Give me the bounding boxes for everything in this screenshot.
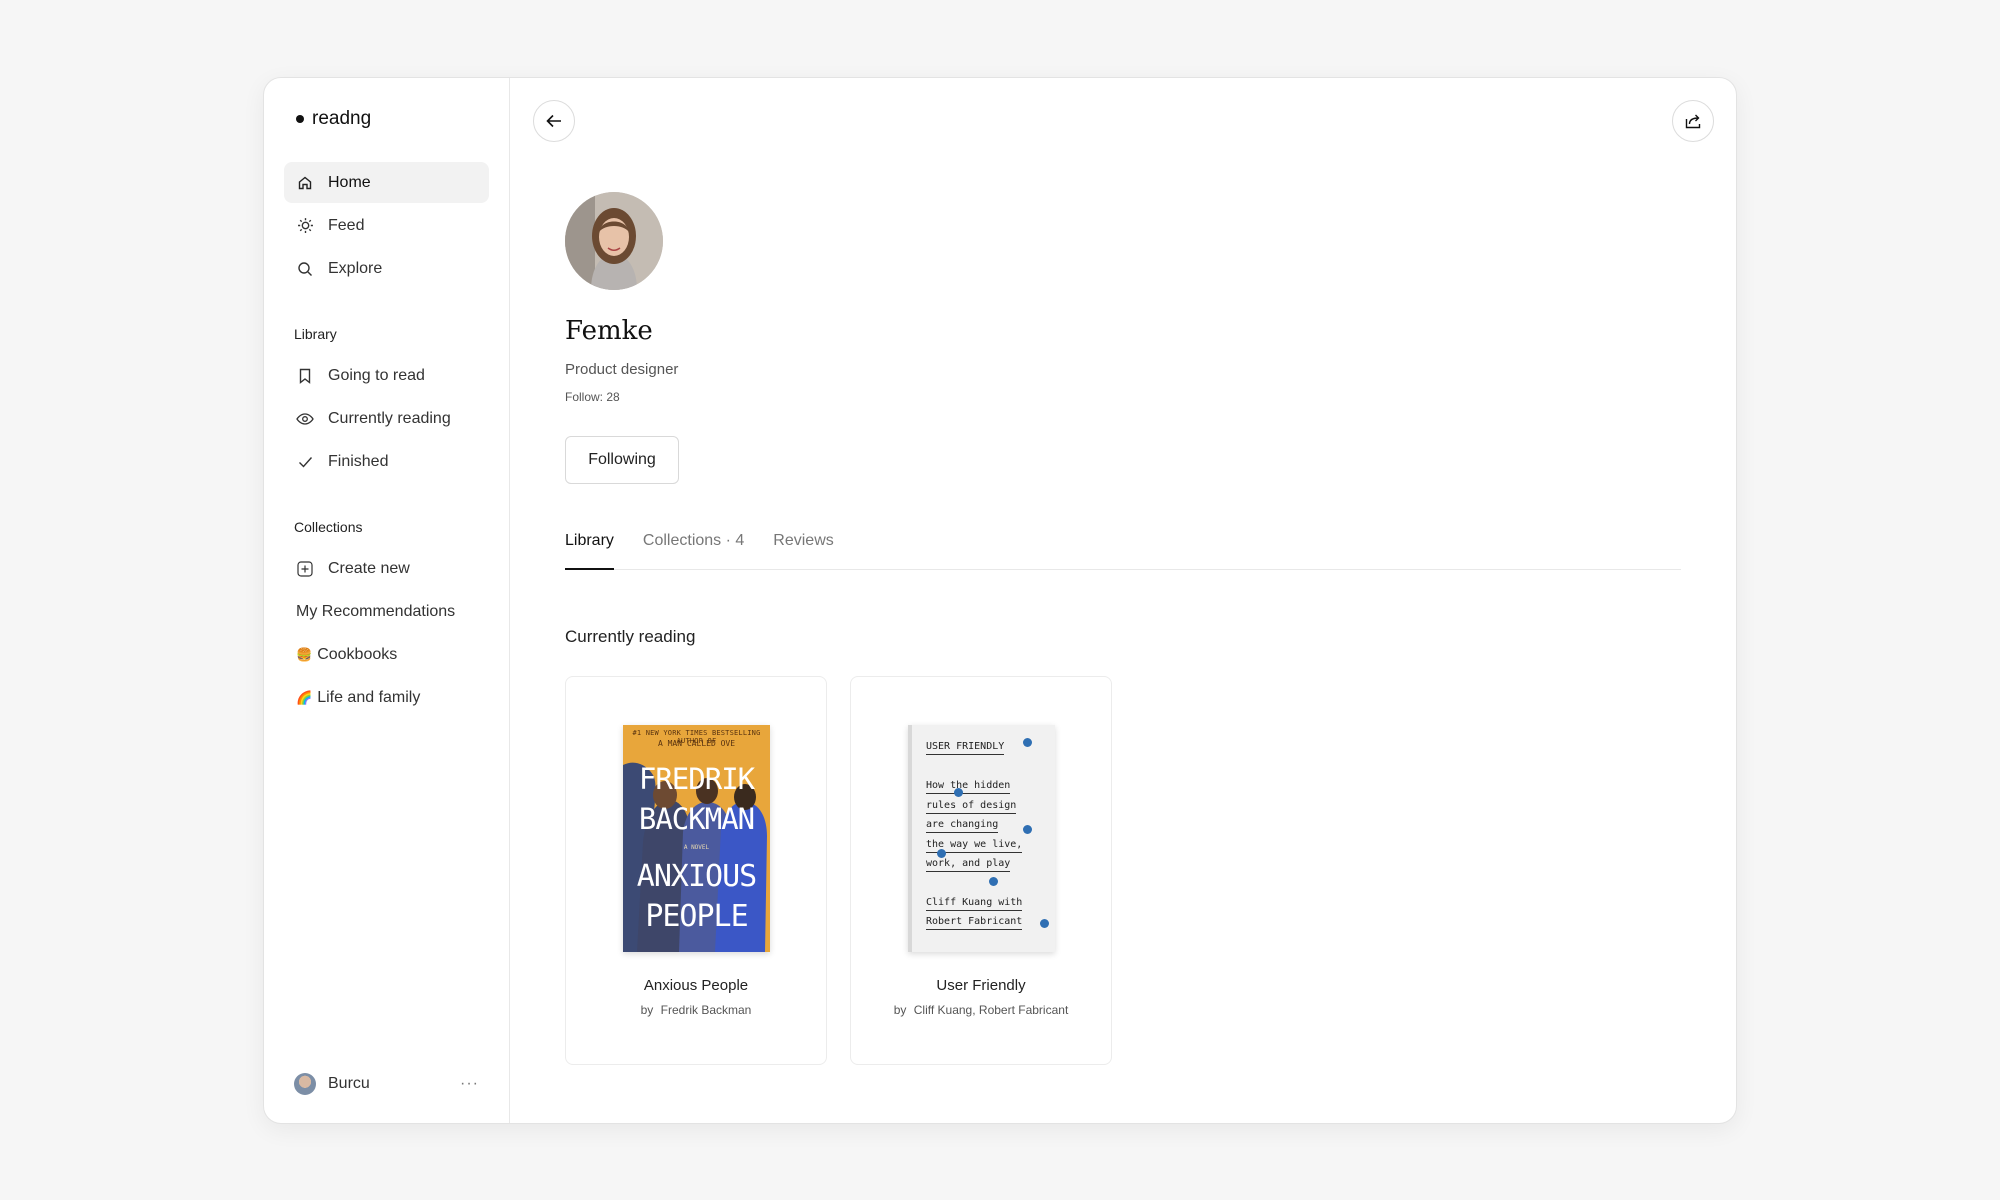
logo-dot-icon xyxy=(296,115,304,123)
book-author: by Cliff Kuang, Robert Fabricant xyxy=(851,1003,1111,1017)
nav-label: Create new xyxy=(328,559,410,577)
bookmark-icon xyxy=(296,367,314,385)
cover-dot xyxy=(937,849,946,858)
by-label: by xyxy=(640,1003,654,1017)
home-icon xyxy=(296,174,314,192)
app-window: readng Home Feed Explore Library Going t… xyxy=(263,77,1737,1124)
back-button[interactable] xyxy=(533,100,575,142)
main-content: Femke Product designer Follow: 28 Follow… xyxy=(510,78,1736,1123)
nav-label: Finished xyxy=(328,452,389,470)
cover-dot xyxy=(1023,825,1032,834)
tab-library[interactable]: Library xyxy=(565,530,614,570)
profile-name: Femke xyxy=(565,316,653,346)
nav-item-finished[interactable]: Finished xyxy=(284,441,489,482)
nav-item-create-new[interactable]: Create new xyxy=(284,548,489,589)
collections-nav: Create new My Recommendations 🍔 Cookbook… xyxy=(284,548,489,720)
book-title: User Friendly xyxy=(936,977,1026,994)
app-logo[interactable]: readng xyxy=(296,108,371,130)
book-cover: USER FRIENDLY How the hidden rules of de… xyxy=(908,725,1055,952)
tab-collections[interactable]: Collections · 4 xyxy=(643,530,744,570)
nav-item-going-to-read[interactable]: Going to read xyxy=(284,355,489,396)
share-icon xyxy=(1685,114,1701,129)
nav-label: My Recommendations xyxy=(296,602,456,620)
nav-label: Explore xyxy=(328,259,383,277)
cover-dot xyxy=(1023,738,1032,747)
nav-label: Going to read xyxy=(328,366,425,384)
cover-line: are changing xyxy=(926,819,999,833)
rainbow-emoji-icon: 🌈 xyxy=(296,689,313,705)
nav-item-life-and-family[interactable]: 🌈 Life and family xyxy=(284,677,489,718)
book-cover: #1 NEW YORK TIMES BESTSELLING AUTHOR OF … xyxy=(623,725,770,952)
cover-tagline-2: A MAN CALLED OVE xyxy=(657,739,736,748)
arrow-left-icon xyxy=(546,114,561,128)
author-name: Cliff Kuang, Robert Fabricant xyxy=(913,1003,1069,1017)
follow-count: Follow: 28 xyxy=(565,390,620,404)
author-name: Fredrik Backman xyxy=(660,1003,752,1017)
by-label: by xyxy=(893,1003,907,1017)
book-card-anxious-people[interactable]: #1 NEW YORK TIMES BESTSELLING AUTHOR OF … xyxy=(565,676,827,1065)
cover-author: FREDRIK BACKMAN xyxy=(623,759,770,839)
cover-line: Robert Fabricant xyxy=(926,916,1023,930)
user-name: Burcu xyxy=(328,1075,370,1092)
more-options-icon[interactable]: ··· xyxy=(460,1075,479,1093)
cover-novel: A NOVEL xyxy=(683,844,710,851)
profile-role: Product designer xyxy=(565,361,679,378)
cover-title-line-2: PEOPLE xyxy=(645,899,748,934)
nav-label: Life and family xyxy=(317,688,421,706)
nav-label: Home xyxy=(328,173,371,191)
nav-label: Cookbooks xyxy=(317,645,398,663)
nav-item-my-recommendations[interactable]: My Recommendations xyxy=(284,591,489,632)
burger-emoji-icon: 🍔 xyxy=(296,646,313,662)
nav-label: Feed xyxy=(328,216,365,234)
current-user[interactable]: Burcu ··· xyxy=(294,1073,479,1095)
book-author: by Fredrik Backman xyxy=(566,1003,826,1017)
library-nav: Going to read Currently reading Finished xyxy=(284,355,489,484)
profile-tabs: Library Collections · 4 Reviews xyxy=(565,530,1681,570)
cover-title-line-1: ANXIOUS xyxy=(636,859,757,894)
cover-line: How the hidden xyxy=(926,780,1011,794)
check-icon xyxy=(296,453,314,471)
search-icon xyxy=(296,260,314,278)
tab-reviews[interactable]: Reviews xyxy=(773,530,833,570)
nav-label: Currently reading xyxy=(328,409,451,427)
cover-author-line-2: BACKMAN xyxy=(638,802,755,836)
eye-icon xyxy=(296,410,314,428)
cover-line: rules of design xyxy=(926,800,1017,814)
cover-dot xyxy=(954,788,963,797)
cover-line: USER FRIENDLY xyxy=(926,741,1005,755)
sun-icon xyxy=(296,217,314,235)
cover-dot xyxy=(1040,919,1049,928)
book-list: #1 NEW YORK TIMES BESTSELLING AUTHOR OF … xyxy=(565,676,1112,1065)
cover-author-line-1: FREDRIK xyxy=(638,762,755,796)
nav-item-currently-reading[interactable]: Currently reading xyxy=(284,398,489,439)
share-button[interactable] xyxy=(1672,100,1714,142)
cover-line: work, and play xyxy=(926,858,1011,872)
nav-item-home[interactable]: Home xyxy=(284,162,489,203)
book-title: Anxious People xyxy=(643,977,749,994)
main-nav: Home Feed Explore xyxy=(284,162,489,291)
app-name: readng xyxy=(312,108,372,129)
cover-title: ANXIOUS PEOPLE xyxy=(623,857,770,937)
nav-item-cookbooks[interactable]: 🍔 Cookbooks xyxy=(284,634,489,675)
collections-section-label: Collections xyxy=(294,519,363,535)
book-card-user-friendly[interactable]: USER FRIENDLY How the hidden rules of de… xyxy=(850,676,1112,1065)
library-section-label: Library xyxy=(294,326,337,342)
plus-square-icon xyxy=(296,560,314,578)
following-button[interactable]: Following xyxy=(565,436,679,484)
nav-item-explore[interactable]: Explore xyxy=(284,248,489,289)
currently-reading-title: Currently reading xyxy=(565,627,696,646)
nav-item-feed[interactable]: Feed xyxy=(284,205,489,246)
user-avatar xyxy=(294,1073,316,1095)
sidebar: readng Home Feed Explore Library Going t… xyxy=(264,78,510,1123)
profile-avatar xyxy=(565,192,663,290)
cover-line: Cliff Kuang with xyxy=(926,897,1023,911)
cover-dot xyxy=(989,877,998,886)
